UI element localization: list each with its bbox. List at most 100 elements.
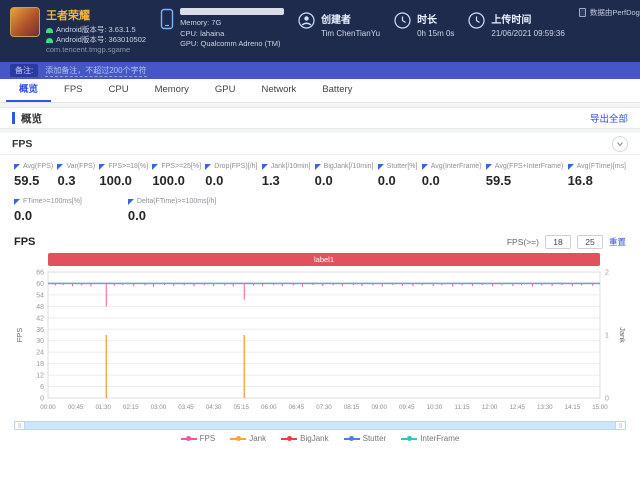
upload-time-label: 上传时间 — [491, 15, 532, 26]
export-all-link[interactable]: 导出全部 — [590, 111, 628, 125]
chart-controls: FPS(>=) 重置 — [507, 235, 626, 249]
stat-FPS>=25[%]: FPS>=25[%] 100.0 — [152, 163, 202, 188]
banner-label: label1 — [313, 255, 335, 264]
clock-icon — [394, 12, 411, 29]
collapse-button[interactable] — [612, 135, 628, 152]
device-meta: Memory: 7G CPU: lahaina GPU: Qualcomm Ad… — [180, 7, 285, 50]
chevron-down-icon — [617, 141, 623, 147]
svg-text:09:45: 09:45 — [399, 404, 415, 411]
collect-info-text: 数据由PerfDog(5.1.210204)版本采集 — [589, 8, 640, 17]
fps-filter-label: FPS(>=) — [506, 237, 539, 247]
android-icon — [46, 37, 53, 43]
person-icon — [298, 12, 315, 29]
stat-marker-icon — [421, 163, 428, 170]
stat-FTime>=100ms[%]: FTime>=100ms[%] 0.0 — [14, 198, 82, 223]
chart-scrollbar[interactable]: || || — [14, 421, 626, 430]
svg-text:03:45: 03:45 — [178, 404, 194, 411]
legend-item-InterFrame[interactable]: InterFrame — [401, 434, 459, 443]
stat-value: 59.5 — [485, 173, 512, 188]
svg-text:02:15: 02:15 — [123, 404, 139, 411]
svg-text:04:30: 04:30 — [206, 404, 222, 411]
perfdog-report: 王者荣耀 Android版本号: 3.63.1.5 Android版本号: 36… — [0, 0, 640, 479]
svg-text:06:45: 06:45 — [289, 404, 305, 411]
creator-label: 创建者 — [321, 15, 352, 26]
legend-marker-icon — [281, 436, 298, 441]
stats-section: Avg(FPS) 59.5 Var(FPS) 0.3 FPS>=18[%] 100.0 FP… — [0, 155, 640, 229]
chart-legend: FPS Jank BigJank Stutter InterFrame — [14, 430, 626, 445]
scrollbar-track[interactable] — [25, 421, 615, 430]
android-version-line: Android版本号: 3.63.1.5 — [46, 25, 146, 35]
stat-Jank[/10min]: Jank[/10min] 1.3 — [261, 163, 311, 188]
tab-CPU[interactable]: CPU — [96, 79, 142, 102]
stat-marker-icon — [152, 163, 159, 170]
svg-text:12:00: 12:00 — [482, 404, 498, 411]
stat-marker-icon — [57, 163, 64, 170]
legend-item-Stutter[interactable]: Stutter — [343, 434, 387, 443]
legend-item-BigJank[interactable]: BigJank — [281, 434, 329, 443]
svg-text:18: 18 — [36, 361, 44, 368]
fps-panel-title: FPS — [12, 137, 33, 150]
svg-text:Jank: Jank — [618, 327, 626, 343]
stat-marker-icon — [99, 163, 106, 170]
stat-value: 0.0 — [314, 173, 333, 188]
remark-bar: 备注: 添加备注，不超过200个字符 — [0, 62, 640, 79]
stat-value: 0.3 — [57, 173, 76, 188]
stat-value: 59.5 — [14, 173, 40, 188]
stat-value: 100.0 — [152, 173, 185, 188]
tab-Memory[interactable]: Memory — [142, 79, 202, 102]
scrollbar-right-grip[interactable]: || — [615, 421, 626, 430]
svg-text:2: 2 — [605, 270, 609, 277]
legend-label: Stutter — [362, 434, 387, 443]
stat-Avg(FPS+InterFrame): Avg(FPS+InterFrame) 59.5 — [485, 163, 564, 188]
creator-value: Tim ChenTianYu — [321, 29, 381, 38]
legend-label: Jank — [249, 434, 267, 443]
android-build: Android版本号: 363010502 — [56, 35, 147, 45]
game-title: 王者荣耀 — [46, 10, 90, 22]
reset-button[interactable]: 重置 — [609, 236, 626, 248]
tab-Network[interactable]: Network — [248, 79, 309, 102]
svg-text:01:30: 01:30 — [95, 404, 111, 411]
svg-text:54: 54 — [36, 292, 44, 299]
svg-text:00:00: 00:00 — [40, 404, 56, 411]
stat-value: 0.0 — [377, 173, 396, 188]
fps-chart-block: FPS FPS(>=) 重置 label1 061218243036424854… — [0, 229, 640, 445]
duration-label: 时长 — [417, 15, 438, 26]
tab-概览[interactable]: 概览 — [6, 79, 52, 102]
fps-threshold-low-input[interactable] — [544, 235, 571, 249]
stat-marker-icon — [314, 163, 321, 170]
tab-Battery[interactable]: Battery — [309, 79, 365, 102]
stat-FPS>=18[%]: FPS>=18[%] 100.0 — [99, 163, 149, 188]
stat-marker-icon — [377, 163, 384, 170]
scrollbar-left-grip[interactable]: || — [14, 421, 25, 430]
stat-marker-icon — [261, 163, 268, 170]
legend-item-Jank[interactable]: Jank — [230, 434, 266, 443]
remark-input[interactable]: 添加备注，不超过200个字符 — [45, 65, 147, 77]
collect-info: 数据由PerfDog(5.1.210204)版本采集 — [578, 7, 640, 18]
fps-threshold-high-input[interactable] — [576, 235, 603, 249]
device-gpu: GPU: Qualcomm Adreno (TM) — [180, 39, 281, 48]
header-right: 数据由PerfDog(5.1.210204)版本采集 返回 — [578, 7, 640, 44]
legend-label: FPS — [199, 434, 216, 443]
stat-Var(FPS): Var(FPS) 0.3 — [57, 163, 96, 188]
fps-panel: FPS Avg(FPS) 59.5 Var(FPS) 0.3 FPS>=18[%] 100… — [0, 133, 640, 479]
fps-panel-header: FPS — [0, 133, 640, 155]
creator-block: 创建者 Tim ChenTianYu — [298, 7, 380, 38]
duration-value: 0h 15m 0s — [417, 29, 455, 38]
stat-value: 0.0 — [205, 173, 224, 188]
svg-text:6: 6 — [40, 384, 44, 391]
stat-value: 1.3 — [261, 173, 280, 188]
android-icon — [46, 27, 53, 33]
legend-marker-icon — [230, 436, 247, 441]
svg-text:1: 1 — [605, 333, 609, 340]
legend-item-FPS[interactable]: FPS — [180, 434, 216, 443]
svg-text:10:30: 10:30 — [427, 404, 443, 411]
chart-header: FPS FPS(>=) 重置 — [14, 231, 626, 253]
tab-GPU[interactable]: GPU — [202, 79, 249, 102]
stat-Avg(FPS): Avg(FPS) 59.5 — [14, 163, 54, 188]
svg-text:00:45: 00:45 — [68, 404, 84, 411]
tab-FPS[interactable]: FPS — [51, 79, 95, 102]
stat-marker-icon — [485, 163, 492, 170]
stats-row-2: FTime>=100ms[%] 0.0 Delta(FTime)>=100ms[/h… — [14, 198, 626, 223]
svg-text:12: 12 — [36, 373, 44, 380]
svg-text:12:45: 12:45 — [509, 404, 525, 411]
